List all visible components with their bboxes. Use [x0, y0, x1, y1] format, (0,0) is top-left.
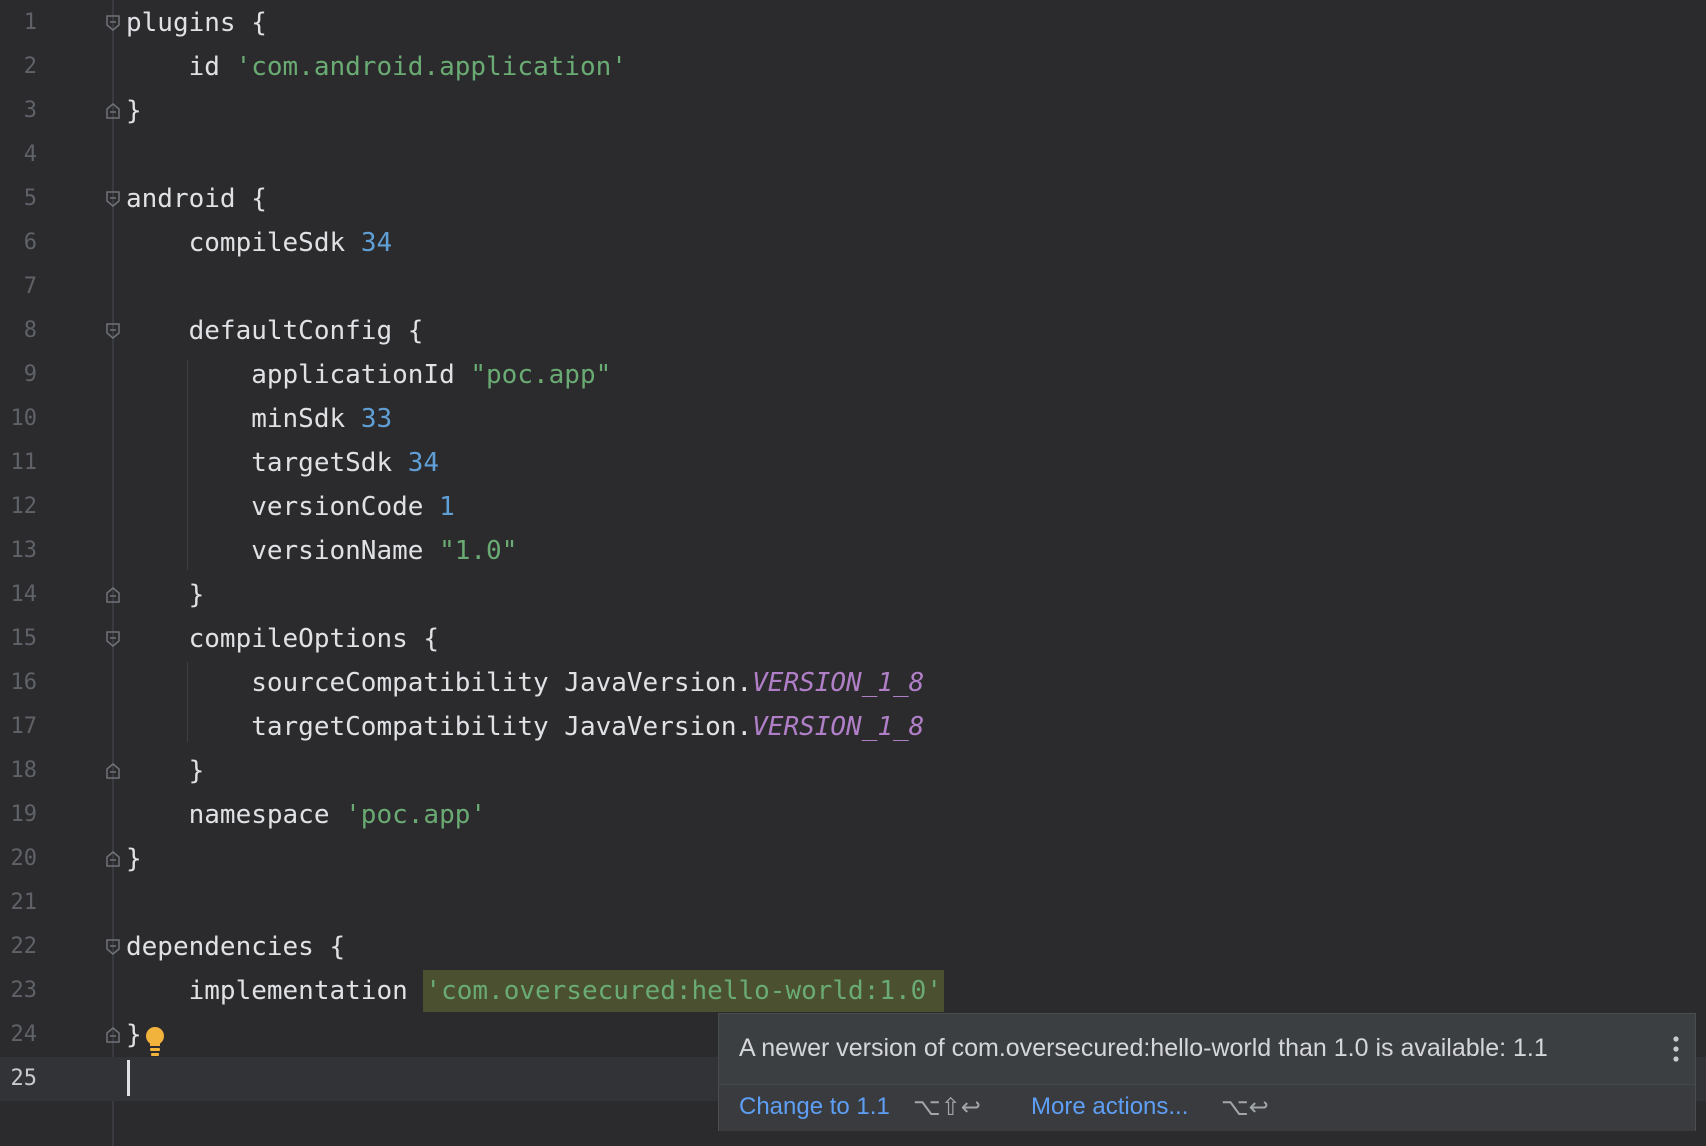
code-text: } [126, 96, 142, 126]
code-line[interactable]: 2 id 'com.android.application' [0, 45, 1706, 89]
code-line[interactable]: 17 targetCompatibility JavaVersion.VERSI… [0, 705, 1706, 749]
line-number: 16 [10, 670, 38, 695]
code-text: applicationId "poc.app" [126, 360, 612, 390]
code-line[interactable]: 18 } [0, 749, 1706, 793]
code-text: implementation 'com.oversecured:hello-wo… [126, 969, 944, 1013]
line-number: 21 [10, 890, 38, 915]
code-line[interactable]: 20 } [0, 837, 1706, 881]
code-line[interactable]: 13 versionName "1.0" [0, 529, 1706, 573]
text-caret [127, 1060, 130, 1096]
code-line[interactable]: 9 applicationId "poc.app" [0, 353, 1706, 397]
line-number: 8 [23, 318, 37, 343]
code-line[interactable]: 10 minSdk 33 [0, 397, 1706, 441]
code-text: } [126, 844, 142, 874]
fold-collapse-icon[interactable] [104, 630, 122, 648]
line-number: 12 [10, 494, 38, 519]
popup-message: A newer version of com.oversecured:hello… [739, 1034, 1548, 1062]
code-line[interactable]: 3 } [0, 89, 1706, 133]
line-number: 13 [10, 538, 38, 563]
code-text: sourceCompatibility JavaVersion.VERSION_… [126, 668, 925, 698]
line-number: 9 [23, 362, 37, 387]
line-number: 18 [10, 758, 38, 783]
line-number: 4 [23, 142, 37, 167]
code-text: targetSdk 34 [126, 448, 440, 478]
version-update-popup: A newer version of com.oversecured:hello… [718, 1013, 1696, 1131]
more-actions-shortcut: ⌥↩ [1221, 1094, 1269, 1121]
line-number: 25 [10, 1066, 38, 1091]
code-line[interactable]: 23 implementation 'com.oversecured:hello… [0, 969, 1706, 1013]
line-number: 19 [10, 802, 38, 827]
code-line[interactable]: 15 compileOptions { [0, 617, 1706, 661]
code-editor[interactable]: 1 plugins { 2 id 'com.android.applicatio… [0, 0, 1706, 1146]
vertical-ellipsis-icon[interactable] [1671, 1034, 1681, 1064]
code-text: compileSdk 34 [126, 228, 393, 258]
fold-collapse-icon[interactable] [104, 938, 122, 956]
change-version-link[interactable]: Change to 1.1 [739, 1093, 890, 1121]
code-line[interactable]: 19 namespace 'poc.app' [0, 793, 1706, 837]
line-number: 23 [10, 978, 38, 1003]
line-number: 22 [10, 934, 38, 959]
more-actions-link[interactable]: More actions... [1031, 1093, 1188, 1121]
line-number: 11 [10, 450, 38, 475]
highlighted-dependency[interactable]: 'com.oversecured:hello-world:1.0' [423, 970, 944, 1012]
fold-end-icon[interactable] [104, 850, 122, 868]
code-line[interactable]: 12 versionCode 1 [0, 485, 1706, 529]
fold-end-icon[interactable] [104, 102, 122, 120]
lightbulb-icon[interactable] [144, 1025, 166, 1059]
fold-end-icon[interactable] [104, 1026, 122, 1044]
line-number: 20 [10, 846, 38, 871]
code-text: compileOptions { [126, 624, 440, 654]
fold-collapse-icon[interactable] [104, 14, 122, 32]
code-line[interactable]: 21 [0, 881, 1706, 925]
code-text: versionCode 1 [126, 492, 455, 522]
code-text: } [126, 1020, 142, 1050]
line-number: 24 [10, 1022, 38, 1047]
line-number: 10 [10, 406, 38, 431]
line-number: 6 [23, 230, 37, 255]
fold-collapse-icon[interactable] [104, 322, 122, 340]
line-number: 17 [10, 714, 38, 739]
code-text: } [126, 580, 205, 610]
fold-collapse-icon[interactable] [104, 190, 122, 208]
code-text: minSdk 33 [126, 404, 393, 434]
code-line[interactable]: 22 dependencies { [0, 925, 1706, 969]
code-text: plugins { [126, 8, 267, 38]
popup-actions: Change to 1.1 ⌥⇧↩ More actions... ⌥↩ [719, 1084, 1695, 1131]
fold-end-icon[interactable] [104, 762, 122, 780]
code-text: defaultConfig { [126, 316, 424, 346]
code-text: versionName "1.0" [126, 536, 518, 566]
line-number: 7 [23, 274, 37, 299]
code-text: namespace 'poc.app' [126, 800, 487, 830]
code-text: targetCompatibility JavaVersion.VERSION_… [126, 712, 925, 742]
code-text: id 'com.android.application' [126, 52, 627, 82]
code-line[interactable]: 5 android { [0, 177, 1706, 221]
code-line[interactable]: 6 compileSdk 34 [0, 221, 1706, 265]
change-version-shortcut: ⌥⇧↩ [913, 1094, 981, 1121]
line-number: 14 [10, 582, 38, 607]
code-line[interactable]: 11 targetSdk 34 [0, 441, 1706, 485]
line-number: 5 [23, 186, 37, 211]
code-text: dependencies { [126, 932, 346, 962]
code-text: } [126, 756, 205, 786]
line-number: 15 [10, 626, 38, 651]
code-line[interactable]: 7 [0, 265, 1706, 309]
code-line[interactable]: 4 [0, 133, 1706, 177]
code-line[interactable]: 1 plugins { [0, 1, 1706, 45]
code-line[interactable]: 16 sourceCompatibility JavaVersion.VERSI… [0, 661, 1706, 705]
code-line[interactable]: 14 } [0, 573, 1706, 617]
fold-end-icon[interactable] [104, 586, 122, 604]
line-number: 1 [23, 10, 37, 35]
line-number: 3 [23, 98, 37, 123]
code-line[interactable]: 8 defaultConfig { [0, 309, 1706, 353]
line-number: 2 [23, 54, 37, 79]
code-text: android { [126, 184, 267, 214]
